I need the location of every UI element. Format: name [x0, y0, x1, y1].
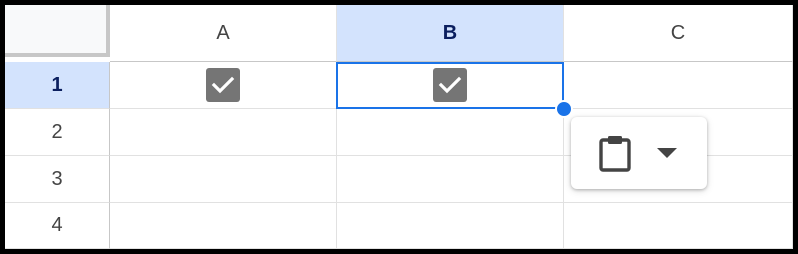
paste-options-popup — [571, 117, 707, 189]
row-header-4[interactable]: 4 — [5, 203, 110, 249]
cell-a4[interactable] — [110, 203, 337, 249]
checkbox-a1[interactable] — [206, 68, 240, 102]
column-header-c[interactable]: C — [564, 5, 793, 62]
cell-b2[interactable] — [337, 109, 564, 156]
clipboard-icon — [599, 136, 631, 172]
paste-options-dropdown[interactable] — [655, 143, 679, 163]
cell-c1[interactable] — [564, 62, 793, 109]
cell-b1[interactable] — [337, 62, 564, 109]
cell-b4[interactable] — [337, 203, 564, 249]
cell-a1[interactable] — [110, 62, 337, 109]
row-header-2[interactable]: 2 — [5, 109, 110, 156]
checkbox-b1[interactable] — [433, 68, 467, 102]
column-header-a[interactable]: A — [110, 5, 337, 62]
cell-a3[interactable] — [110, 156, 337, 203]
spreadsheet-window: A B C 1 2 3 4 — [5, 5, 793, 249]
cell-b3[interactable] — [337, 156, 564, 203]
row-header-1[interactable]: 1 — [5, 62, 110, 109]
fill-handle[interactable] — [555, 100, 573, 118]
checkmark-icon — [438, 76, 462, 94]
cell-a2[interactable] — [110, 109, 337, 156]
checkmark-icon — [211, 76, 235, 94]
caret-down-icon — [657, 148, 677, 158]
cell-c4[interactable] — [564, 203, 793, 249]
paste-button[interactable] — [597, 133, 633, 173]
column-header-b[interactable]: B — [337, 5, 564, 62]
row-header-3[interactable]: 3 — [5, 156, 110, 203]
select-all-corner[interactable] — [5, 5, 110, 57]
